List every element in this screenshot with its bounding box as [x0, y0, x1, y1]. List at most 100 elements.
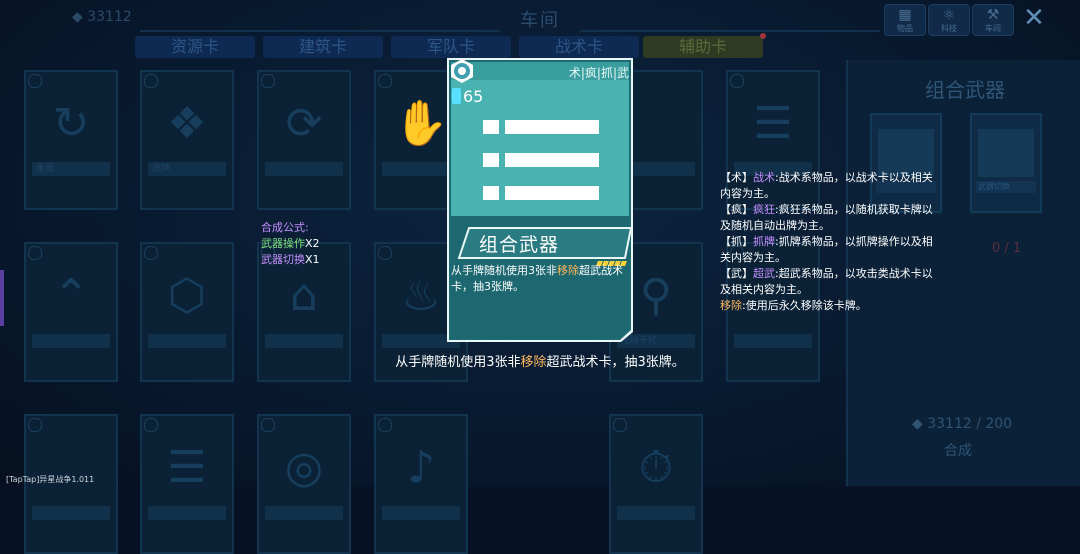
card-art-icon: ↻: [52, 98, 90, 149]
goods-icon: ▦: [898, 7, 912, 23]
glossary-term: 疯狂: [753, 203, 775, 216]
list-bullet: [483, 120, 499, 134]
card-label: [32, 334, 110, 348]
grid-card[interactable]: ◎: [257, 414, 351, 554]
combine-button[interactable]: 合成: [944, 440, 972, 460]
desc-text: 从手牌随机使用3张非: [451, 264, 557, 277]
glossary-entry: 【抓】抓牌:抓牌系物品，以抓牌操作以及相关内容为主。: [720, 234, 940, 266]
goods-label: 物品: [897, 24, 913, 33]
glossary-term: 超武: [753, 267, 775, 280]
tech-label: 科技: [941, 24, 957, 33]
goods-button[interactable]: ▦ 物品: [884, 4, 926, 36]
glossary-prefix: 【术】: [720, 171, 753, 184]
grid-card[interactable]: ♪: [374, 414, 468, 554]
version-label: [TapTap]异星战争1.011: [6, 475, 95, 484]
tab-building[interactable]: 建筑卡: [263, 36, 383, 58]
gear-icon: [451, 59, 473, 83]
card-description: 从手牌随机使用3张非移除超武战术卡，抽3张牌。: [451, 263, 631, 295]
tab-tactic[interactable]: 战术卡: [519, 36, 639, 58]
card-badge-icon: [378, 418, 392, 432]
formula-item: 武器切换X1: [261, 252, 320, 268]
workshop-label: 车间: [985, 24, 1001, 33]
tab-support-label: 辅助卡: [678, 37, 727, 56]
synthesis-formula: 合成公式: 武器操作X2 武器切换X1: [261, 220, 320, 268]
grid-card[interactable]: ☰: [140, 414, 234, 554]
keyword-glossary: 【术】战术:战术系物品，以战术卡以及相关内容为主。 【疯】疯狂:疯狂系物品，以随…: [720, 170, 940, 314]
glossary-entry: 移除:使用后永久移除该卡牌。: [720, 298, 940, 314]
grid-card[interactable]: ❖ 洗牌: [140, 70, 234, 210]
grid-card[interactable]: ⟳: [257, 70, 351, 210]
grid-card[interactable]: ↻ 重置: [24, 70, 118, 210]
card-badge-icon: [144, 418, 158, 432]
formula-item: 武器操作X2: [261, 236, 320, 252]
list-bar: [505, 120, 599, 134]
glossary-term: 抓牌: [753, 235, 775, 248]
glossary-entry: 【疯】疯狂:疯狂系物品，以随机获取卡牌以及随机自动出牌为主。: [720, 202, 940, 234]
desc-highlight: 移除: [557, 264, 579, 277]
list-bar: [505, 186, 599, 200]
workshop-icon: ⚒: [986, 7, 1000, 23]
glossary-term: 战术: [753, 171, 775, 184]
card-badge-icon: [28, 74, 42, 88]
card-art-icon: ⟳: [285, 98, 323, 149]
card-badge-icon: [730, 74, 744, 88]
card-label: 洗牌: [148, 162, 226, 176]
card-label: [32, 506, 110, 520]
glossary-term: 移除: [720, 299, 742, 312]
caption-highlight: 移除: [520, 355, 547, 370]
card-label: [734, 334, 812, 348]
tab-support[interactable]: 辅助卡: [643, 33, 766, 58]
card-art-icon: ♪: [406, 442, 436, 493]
tab-resource[interactable]: 资源卡: [135, 36, 255, 58]
card-art-icon: ⏱: [638, 442, 674, 493]
tab-army[interactable]: 军队卡: [391, 36, 511, 58]
close-icon[interactable]: ✕: [1020, 4, 1048, 32]
card-art-icon: ❖: [167, 98, 207, 149]
card-label: [265, 506, 343, 520]
glossary-text: :使用后永久移除该卡牌。: [742, 299, 867, 312]
list-bullet: [483, 186, 499, 200]
card-label: [265, 334, 343, 348]
card-label: [382, 506, 460, 520]
glossary-prefix: 【武】: [720, 267, 753, 280]
workshop-button[interactable]: ⚒ 车间: [972, 4, 1014, 36]
list-bar: [505, 153, 599, 167]
card-badge-icon: [261, 74, 275, 88]
card-badge-icon: [28, 246, 42, 260]
card-art-icon: ⌂: [290, 270, 318, 321]
formula-item-qty: X1: [305, 253, 320, 266]
glossary-prefix: 【疯】: [720, 203, 753, 216]
selected-card[interactable]: 术|疯|抓|武 65 组合武器 从手牌随机使用3张非移除超武战术卡，抽3张牌。: [445, 56, 635, 344]
notification-dot: [760, 33, 766, 39]
glossary-prefix: 【抓】: [720, 235, 753, 248]
formula-item-qty: X2: [305, 237, 320, 250]
ingredient-label: 武器切换: [976, 181, 1036, 193]
card-badge-icon: [144, 74, 158, 88]
card-label: [148, 506, 226, 520]
tech-button[interactable]: ⚛ 科技: [928, 4, 970, 36]
ingredient-count: 0 / 1: [992, 241, 1022, 256]
card-tags: 术|疯|抓|武: [568, 66, 629, 80]
side-indicator: [0, 270, 4, 326]
weapon-switch-icon: [978, 129, 1034, 177]
card-art-icon: ◎: [284, 442, 324, 493]
card-art-icon: ☰: [753, 98, 793, 149]
formula-title: 合成公式:: [261, 221, 309, 234]
card-badge-icon: [261, 418, 275, 432]
combine-cost: ◆ 33112 / 200: [912, 416, 1012, 432]
combine-panel-title: 组合武器: [925, 78, 1005, 102]
glossary-entry: 【武】超武:超武系物品，以攻击类战术卡以及相关内容为主。: [720, 266, 940, 298]
ingredient-card-2[interactable]: 武器切换: [970, 113, 1042, 213]
combine-cost-value: 33112 / 200: [927, 416, 1013, 432]
card-cost: 65: [463, 87, 484, 106]
caption-text: 超武战术卡，抽3张牌。: [546, 355, 685, 370]
card-label: [617, 506, 695, 520]
card-art-icon: ⌃: [52, 270, 90, 321]
tech-icon: ⚛: [942, 7, 956, 23]
card-label: [148, 334, 226, 348]
card-caption: 从手牌随机使用3张非移除超武战术卡，抽3张牌。: [0, 351, 1080, 370]
card-badge-icon: [378, 246, 392, 260]
list-bullet: [483, 153, 499, 167]
grid-card[interactable]: ⏱: [609, 414, 703, 554]
card-name: 组合武器: [479, 234, 560, 256]
